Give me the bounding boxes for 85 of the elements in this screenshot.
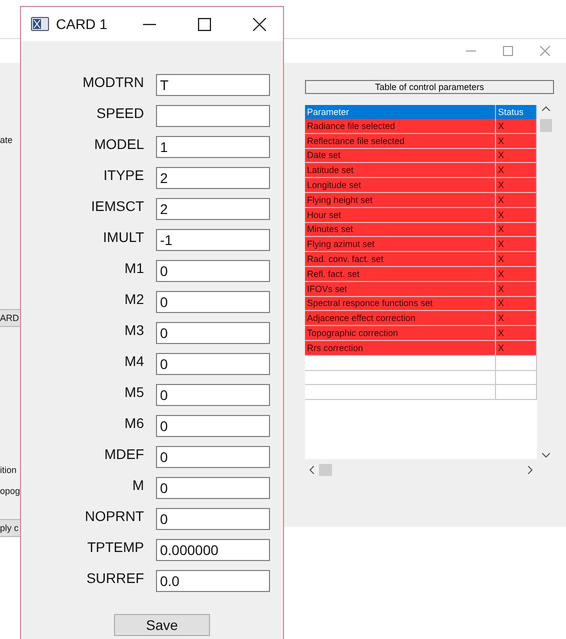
table-cell: Topographic correction xyxy=(305,326,496,340)
table-cell: X xyxy=(496,281,536,296)
input-field[interactable]: 0 xyxy=(156,508,270,530)
save-button[interactable]: Save xyxy=(114,614,210,636)
table-cell: Rad. conv. fact. set xyxy=(305,252,496,266)
field-label: MODTRN xyxy=(82,74,144,90)
field-label: MDEF xyxy=(103,446,144,462)
table-cell: X xyxy=(496,162,536,178)
field-label: M3 xyxy=(124,322,144,338)
table-cell: Longitude set xyxy=(305,178,496,192)
scroll-up-icon[interactable] xyxy=(542,106,550,111)
table-cell: X xyxy=(496,236,536,252)
input-field[interactable]: 0.0 xyxy=(156,570,270,592)
table-cell: X xyxy=(496,133,536,148)
input-field[interactable]: 0.000000 xyxy=(156,538,270,560)
field-label: MODEL xyxy=(93,136,144,152)
table-cell: Minutes set xyxy=(305,222,496,237)
scrollbar-thumb[interactable] xyxy=(540,119,552,132)
label: ition xyxy=(0,465,17,475)
table-cell: Rrs correction xyxy=(305,340,496,356)
label: ate xyxy=(0,135,13,145)
table-cell: X xyxy=(496,192,536,208)
table-cell: Reflectance file selected xyxy=(305,133,496,148)
table-cell: X xyxy=(496,326,536,340)
table-title: Table of control parameters xyxy=(305,80,554,94)
input-field[interactable]: 0 xyxy=(156,446,270,468)
table-cell: X xyxy=(496,119,536,134)
button[interactable]: ply c xyxy=(0,519,21,537)
input-field[interactable]: 1 xyxy=(156,136,270,158)
column-header[interactable]: Parameter xyxy=(305,105,496,119)
table-cell: X xyxy=(496,178,536,192)
table-cell: Spectral responce functions set xyxy=(305,296,496,311)
app-icon xyxy=(31,17,49,31)
field-label: ITYPE xyxy=(102,166,144,182)
button[interactable]: ARD xyxy=(0,309,22,327)
input-field[interactable]: 0 xyxy=(156,384,270,406)
table-cell: X xyxy=(496,266,536,282)
input-field[interactable]: 2 xyxy=(156,198,270,220)
field-label: NOPRNT xyxy=(84,508,144,524)
table-cell: X xyxy=(496,296,536,311)
field-label: TPTEMP xyxy=(86,538,144,554)
window-title: CARD 1 xyxy=(56,16,108,32)
field-label: SURREF xyxy=(85,570,144,586)
column-header[interactable]: Status xyxy=(496,105,536,119)
table-cell: X xyxy=(496,340,536,356)
table-cell: Radiance file selected xyxy=(305,119,496,134)
input-field[interactable] xyxy=(156,104,270,126)
input-field[interactable]: 0 xyxy=(156,260,270,282)
table-cell: X xyxy=(496,252,536,266)
table-cell: X xyxy=(496,222,536,237)
table-cell: IFOVs set xyxy=(305,281,496,296)
table-cell: Adjacence effect correction xyxy=(305,310,496,326)
label: opog xyxy=(0,486,20,496)
scroll-left-icon[interactable] xyxy=(309,466,314,474)
field-label: M2 xyxy=(124,290,144,306)
table-cell: Flying height set xyxy=(305,192,496,208)
field-label: M xyxy=(131,476,144,492)
field-label: IMULT xyxy=(102,228,144,244)
input-field[interactable]: 0 xyxy=(156,290,270,312)
table-cell: Refl. fact. set xyxy=(305,266,496,282)
field-label: M5 xyxy=(124,384,144,400)
scroll-right-icon[interactable] xyxy=(528,466,533,474)
table-cell: X xyxy=(496,310,536,326)
table-cell: Hour set xyxy=(305,207,496,222)
table-cell: Date set xyxy=(305,148,496,163)
input-field[interactable]: 0 xyxy=(156,352,270,374)
scroll-down-icon[interactable] xyxy=(542,453,550,458)
table-cell: Flying azimut set xyxy=(305,236,496,252)
scrollbar-thumb[interactable] xyxy=(319,464,332,476)
field-label: M6 xyxy=(124,414,144,430)
table-cell: X xyxy=(496,148,536,163)
input-field[interactable]: -1 xyxy=(156,228,270,250)
table-cell: Latitude set xyxy=(305,162,496,178)
close-icon[interactable] xyxy=(253,18,266,30)
input-field[interactable]: 2 xyxy=(156,166,270,188)
input-field[interactable]: 0 xyxy=(156,414,270,436)
field-label: SPEED xyxy=(96,104,144,120)
field-label: M4 xyxy=(124,352,144,368)
input-field[interactable]: 0 xyxy=(156,322,270,344)
maximize-icon[interactable] xyxy=(198,18,211,30)
input-field[interactable]: 0 xyxy=(156,476,270,498)
input-field[interactable]: T xyxy=(156,74,270,96)
field-label: IEMSCT xyxy=(90,198,144,214)
table-cell: X xyxy=(496,207,536,222)
field-label: M1 xyxy=(124,260,144,276)
